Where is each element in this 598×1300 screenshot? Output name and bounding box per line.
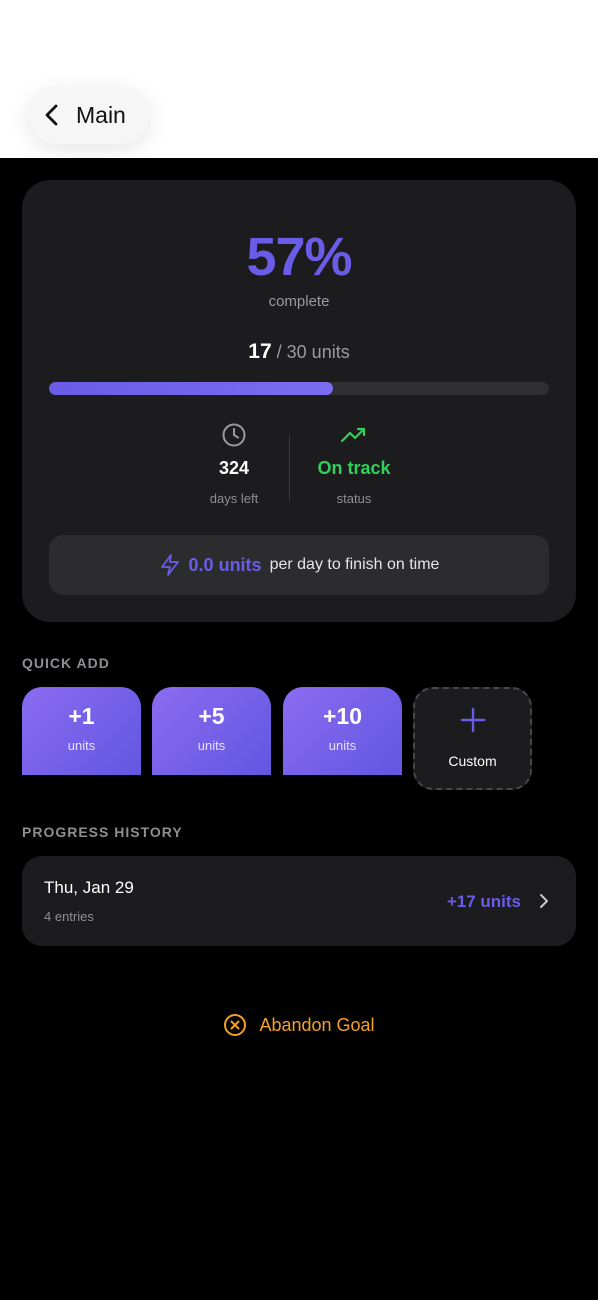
- back-button[interactable]: Main: [28, 86, 150, 144]
- top-bar: Main: [0, 0, 598, 158]
- custom-label: Custom: [448, 753, 497, 769]
- quick-add-value: +10: [322, 703, 362, 729]
- x-circle-icon: [224, 1014, 247, 1036]
- quick-add-title: QUICK ADD: [22, 655, 110, 671]
- quick-add-1-button[interactable]: +1 units: [22, 687, 141, 775]
- quick-add-unit: units: [328, 738, 357, 753]
- quick-add-unit: units: [67, 738, 96, 753]
- progress-bar-fill: [49, 382, 333, 395]
- unit-count: 17 / 30 units: [22, 340, 576, 364]
- trending-up-icon: [340, 427, 366, 443]
- quick-add-value: +1: [68, 703, 95, 729]
- abandon-goal-button[interactable]: Abandon Goal: [0, 1013, 598, 1037]
- quick-add-custom-button[interactable]: Custom: [413, 687, 532, 790]
- quick-add-unit: units: [197, 738, 226, 753]
- clock-icon: [222, 423, 246, 447]
- current-units: 17: [248, 340, 272, 363]
- status-label: status: [336, 491, 372, 506]
- status-stat: On track status: [274, 422, 434, 506]
- back-label: Main: [76, 101, 126, 128]
- plus-icon: [460, 707, 485, 733]
- quick-add-5-button[interactable]: +5 units: [152, 687, 271, 775]
- progress-bar: [49, 382, 549, 395]
- abandon-goal-label: Abandon Goal: [259, 1014, 375, 1035]
- history-date: Thu, Jan 29: [44, 878, 134, 897]
- lightning-icon: [160, 554, 179, 576]
- history-row[interactable]: Thu, Jan 29 4 entries +17 units: [22, 856, 576, 946]
- daily-rate-banner: 0.0 units per day to finish on time: [49, 535, 549, 595]
- progress-card: 57% complete 17 / 30 units 324 days left…: [22, 180, 576, 622]
- history-amount: +17 units: [446, 892, 521, 911]
- chevron-left-icon: [45, 104, 58, 126]
- daily-rate-text: per day to finish on time: [269, 556, 440, 573]
- status-value: On track: [317, 458, 391, 478]
- quick-add-10-button[interactable]: +10 units: [283, 687, 402, 775]
- progress-history-title: PROGRESS HISTORY: [22, 824, 183, 840]
- quick-add-value: +5: [198, 703, 225, 729]
- percent-complete: 57%: [246, 227, 352, 287]
- history-entries: 4 entries: [44, 909, 94, 924]
- percent-label: complete: [268, 293, 330, 310]
- daily-rate-value: 0.0 units: [188, 554, 262, 575]
- chevron-right-icon: [540, 894, 548, 908]
- target-units: / 30 units: [276, 342, 350, 362]
